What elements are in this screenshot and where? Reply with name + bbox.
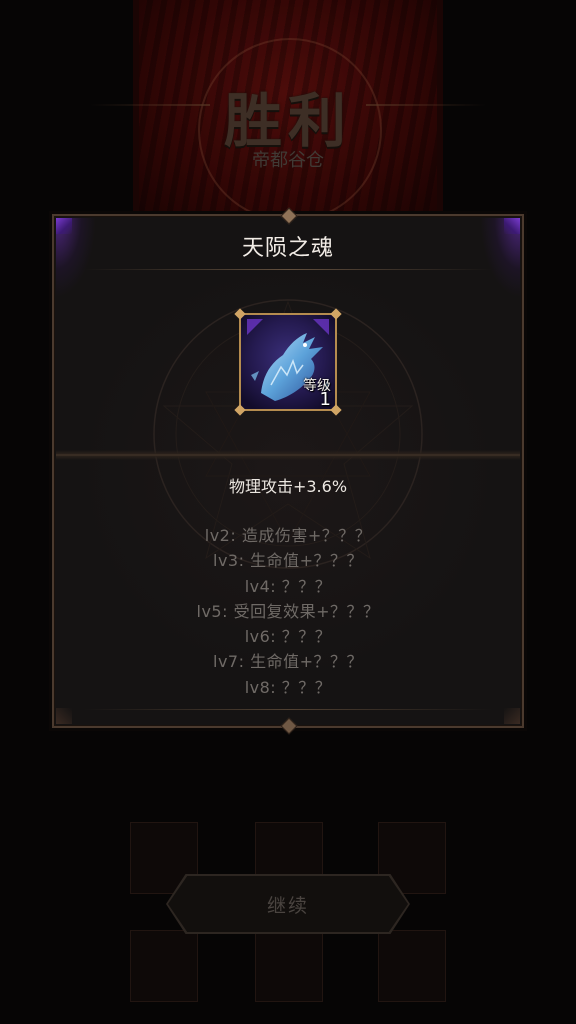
locked-effect-item: lv2: 造成伤害+？？？ — [204, 526, 372, 545]
reward-slot — [130, 930, 198, 1002]
current-effect: 物理攻击+3.6% — [228, 477, 348, 496]
continue-button[interactable]: 继续 — [168, 876, 408, 932]
item-icon-slot[interactable]: 等级 1 — [234, 308, 342, 416]
reward-slot — [378, 930, 446, 1002]
item-level-value: 1 — [319, 389, 331, 410]
dialog-bottom-gem — [280, 717, 298, 735]
item-detail-dialog: 天陨之魂 等级 1 物理攻击+3.6% lv2: 造成伤害+？？？ lv3: 生… — [52, 207, 524, 735]
locked-effect-item: lv3: 生命值+？？？ — [213, 551, 363, 571]
level-effects-list: lv2: 造成伤害+？？？ lv3: 生命值+？？？ lv4: ？？？ lv5:… — [54, 523, 522, 700]
locked-effect-item: lv5: 受回复效果+？？？ — [196, 601, 380, 621]
locked-effect-item: lv6: ？？？ — [244, 627, 332, 647]
locked-effect-item: lv7: 生命值+？？？ — [213, 652, 363, 672]
reward-slot — [255, 930, 323, 1002]
dialog-corner — [504, 708, 520, 724]
dialog-corner — [56, 708, 72, 724]
locked-effect-item: lv4: ？？？ — [244, 576, 332, 596]
section-divider — [56, 450, 520, 460]
stage-location: 帝都谷仓 — [252, 150, 324, 171]
dialog-title: 天陨之魂 — [241, 236, 334, 261]
title-divider — [84, 269, 492, 270]
locked-effect-item: lv8: ？？？ — [244, 677, 332, 697]
bottom-divider — [84, 709, 492, 710]
